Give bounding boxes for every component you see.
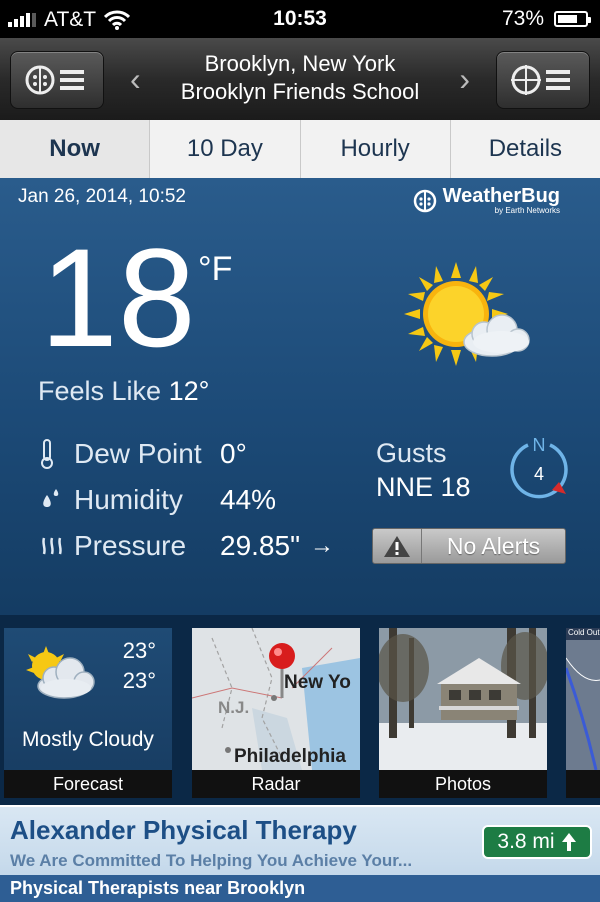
partly-sunny-icon	[404, 262, 530, 366]
tab-details[interactable]: Details	[451, 120, 600, 178]
previous-location-chevron-icon[interactable]: ‹	[130, 63, 141, 95]
brand-name: WeatherBug	[442, 185, 560, 207]
gusts-label: Gusts	[376, 438, 447, 468]
brand-subtitle: by Earth Networks	[494, 206, 560, 215]
forecast-tile[interactable]: 23° 23° Mostly Cloudy Forecast	[4, 628, 172, 798]
battery-icon	[554, 11, 591, 27]
temperature-unit: °F	[198, 250, 233, 288]
feels-like: Feels Like 12°	[38, 376, 209, 407]
map-label-philadelphia: Philadelphia	[234, 746, 346, 767]
observation-timestamp: Jan 26, 2014, 10:52	[18, 186, 186, 207]
crosshair-menu-icon	[511, 65, 570, 95]
next-location-chevron-icon[interactable]: ›	[459, 63, 470, 95]
status-bar: AT&T 10:53 73%	[0, 0, 600, 38]
radar-caption: Radar	[192, 770, 360, 798]
feels-like-value: 12°	[168, 376, 210, 406]
more-tile-partial[interactable]: Cold Outbrea	[566, 628, 600, 798]
bug-menu-icon	[25, 65, 84, 95]
pressure-value: 29.85"	[220, 530, 301, 561]
photos-caption: Photos	[379, 770, 547, 798]
wind-speed-label: 4	[534, 464, 544, 484]
forecast-menu-button[interactable]	[10, 51, 104, 109]
current-conditions-panel: Jan 26, 2014, 10:52 WeatherBug by Earth …	[0, 178, 600, 615]
snowy-house-photo	[379, 628, 547, 770]
station-label: Brooklyn Friends School	[180, 79, 420, 104]
forecast-low: 23°	[122, 668, 156, 693]
weatherbug-logo: WeatherBug by Earth Networks	[413, 186, 560, 216]
photos-tile[interactable]: Photos	[379, 628, 547, 798]
tab-hourly[interactable]: Hourly	[301, 120, 451, 178]
view-tabs: Now 10 Day Hourly Details	[0, 120, 600, 179]
warning-triangle-icon	[384, 536, 410, 557]
ad-distance: 3.8 mi	[497, 830, 555, 853]
city-label: Brooklyn, New York	[204, 51, 396, 76]
ad-title: Alexander Physical Therapy	[10, 815, 357, 845]
forecast-caption: Forecast	[4, 770, 172, 798]
bug-logo-icon	[413, 189, 436, 213]
droplets-icon	[43, 489, 59, 507]
gusts-value: NNE 18	[376, 472, 471, 502]
alerts-label: No Alerts	[446, 532, 541, 559]
dew-point-value: 0°	[220, 438, 247, 469]
location-header: ‹ Brooklyn, New York Brooklyn Friends Sc…	[0, 38, 600, 121]
feels-like-label: Feels Like	[38, 376, 162, 406]
pressure-row: Pressure 29.85" →	[40, 530, 334, 562]
battery-percent: 73%	[501, 7, 544, 30]
dew-point-label: Dew Point	[74, 438, 202, 469]
compass-north-label: N	[533, 436, 546, 455]
humidity-value: 44%	[220, 484, 277, 515]
tab-10-day[interactable]: 10 Day	[150, 120, 301, 178]
ad-footer: Physical Therapists near Brooklyn	[0, 875, 600, 902]
map-label-nj: N.J.	[218, 698, 250, 717]
thermometer-icon	[41, 439, 53, 469]
map-thumbnail	[566, 628, 600, 770]
mostly-cloudy-icon	[26, 646, 95, 699]
alerts-button[interactable]: No Alerts	[372, 528, 566, 564]
location-title[interactable]: Brooklyn, New York Brooklyn Friends Scho…	[160, 50, 440, 106]
direction-arrow-icon	[561, 833, 576, 851]
ad-subtitle: We Are Committed To Helping You Achieve …	[10, 851, 413, 870]
dew-point-row: Dew Point 0°	[40, 438, 247, 470]
pressure-label: Pressure	[74, 530, 187, 561]
current-temperature: 18	[40, 219, 196, 376]
ad-distance-badge[interactable]: 3.8 mi	[482, 825, 592, 859]
partial-tile-label: Cold Outbrea	[568, 628, 600, 637]
radar-tile[interactable]: New Yo N.J. Philadelphia Radar	[192, 628, 360, 798]
forecast-description: Mostly Cloudy	[22, 728, 154, 751]
humidity-label: Humidity	[74, 484, 183, 515]
locations-menu-button[interactable]	[496, 51, 590, 109]
tab-now[interactable]: Now	[0, 120, 151, 178]
feature-tiles: 23° 23° Mostly Cloudy Forecast New Yo N.…	[0, 615, 600, 805]
wind-compass-icon: N 4	[510, 436, 568, 499]
pressure-trend-arrow-icon: →	[310, 532, 335, 559]
forecast-high: 23°	[122, 638, 156, 663]
map-label-new-york: New Yo	[284, 672, 351, 693]
pressure-icon	[42, 537, 62, 555]
ad-banner[interactable]: Alexander Physical Therapy We Are Commit…	[0, 805, 600, 902]
humidity-row: Humidity 44%	[40, 484, 276, 516]
